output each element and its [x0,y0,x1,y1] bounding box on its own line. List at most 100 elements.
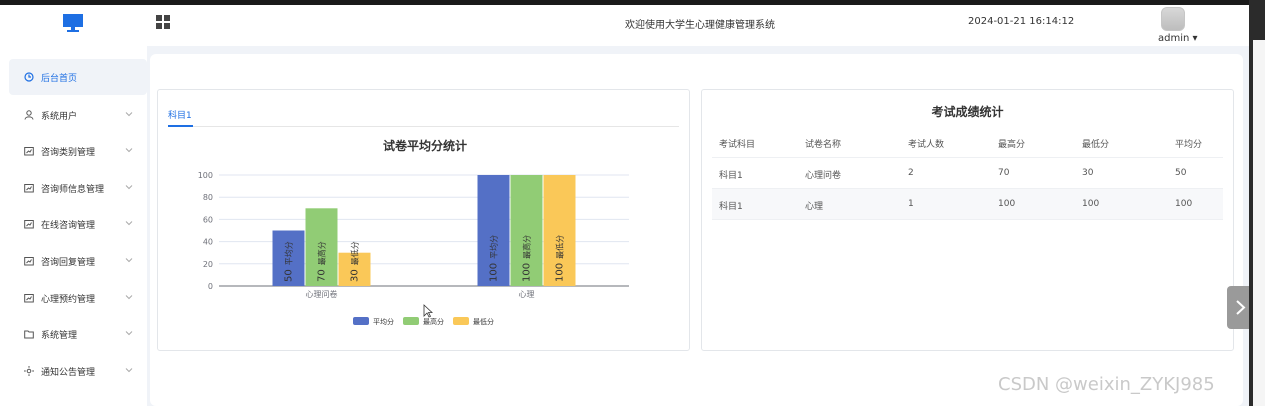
data-label-value: 50 [284,269,295,282]
table-cell: 1 [908,199,914,209]
sidebar-item-2[interactable]: 咨询类别管理 [9,133,147,169]
sun-icon [24,366,34,376]
legend-swatch [353,317,369,325]
legend-label: 最高分 [423,317,444,326]
data-label-series: 平均分 [283,241,293,265]
data-label-series: 最低分 [554,235,564,259]
table-cell: 心理 [805,202,824,212]
chevron-down-icon[interactable] [125,219,133,227]
table-title: 考试成绩统计 [931,105,1004,119]
data-label: 100 平均分 [488,235,500,282]
sidebar-item-label: 在线咨询管理 [41,220,96,231]
legend-label: 最低分 [473,317,494,326]
chart-icon [24,147,34,156]
table-cell: 2 [908,168,914,178]
sidebar-item-label: 通知公告管理 [41,367,96,378]
table-cell: 50 [1175,168,1187,178]
watermark: CSDN @weixin_ZYKJ985 [998,374,1215,395]
datetime: 2024-01-21 16:14:12 [968,16,1075,27]
chevron-down-icon[interactable] [125,183,133,191]
table-header-cell: 最低分 [1082,140,1110,150]
folder-icon [24,330,34,339]
table-cell: 30 [1082,168,1094,178]
table-cell: 科目1 [719,171,743,181]
sidebar-item-label: 系统管理 [41,330,78,341]
table-row[interactable]: 科目1 心理 1 100 100 100 [712,189,1223,220]
chevron-down-icon[interactable] [125,110,133,118]
data-label-series: 最高分 [316,241,326,265]
x-tick-label: 心理问卷 [306,289,338,299]
data-label-series: 最低分 [349,241,359,265]
data-label-series: 平均分 [488,235,498,259]
table-row[interactable]: 科目1 心理问卷 2 70 30 50 [712,158,1223,189]
sidebar-item-0[interactable]: 后台首页 [9,59,147,95]
chart-icon [24,184,34,193]
window-edge-scroll [1253,40,1265,406]
table-cell: 70 [998,168,1010,178]
chevron-down-icon[interactable] [125,146,133,154]
table-cell: 100 [1082,199,1100,209]
sidebar: 后台首页系统用户咨询类别管理咨询师信息管理在线咨询管理 咨询回复管理 心理预约管理系… [0,46,147,406]
mouse-cursor-icon [423,304,433,318]
chevron-down-icon[interactable] [125,329,133,337]
system-title: 欢迎使用大学生心理健康管理系统 [625,20,775,31]
data-label: 30 最低分 [349,241,361,282]
chevron-down-icon[interactable] [125,256,133,264]
user-icon [24,110,34,120]
table-cell: 100 [998,199,1016,209]
x-tick-label: 心理 [519,290,535,299]
sidebar-item-4[interactable]: 在线咨询管理 [9,206,147,242]
chart-icon [24,294,34,303]
sidebar-item-3[interactable]: 咨询师信息管理 [9,170,147,206]
table-header-row: 考试科目 试卷名称 考试人数 最高分 最低分 平均分 [712,127,1223,158]
sidebar-item-label: 咨询类别管理 [41,147,96,158]
y-tick-label: 40 [203,238,213,247]
sidebar-item-8[interactable]: 通知公告管理 [9,353,147,389]
table-header-cell: 试卷名称 [805,140,842,150]
chevron-down-icon[interactable] [125,366,133,374]
sidebar-item-label: 系统用户 [41,111,78,122]
chart-icon [24,220,34,229]
legend-label: 平均分 [373,317,394,326]
y-tick-label: 60 [203,215,213,224]
data-label: 70 最高分 [316,241,328,282]
score-table: 考试科目 试卷名称 考试人数 最高分 最低分 平均分 科目1 心理问卷 2 70 30 50 科目1 心理… [712,127,1223,220]
clock-icon [24,72,34,82]
sidebar-item-label: 后台首页 [41,73,78,84]
sidebar-item-1[interactable]: 系统用户 [9,97,147,133]
sidebar-item-6[interactable]: 心理预约管理 [9,280,147,316]
y-tick-label: 0 [208,282,213,291]
sidebar-item-7[interactable]: 系统管理 [9,316,147,352]
data-label-series: 最高分 [521,235,531,259]
sidebar-item-5[interactable]: 咨询回复管理 [9,243,147,279]
data-label-value: 100 [489,263,500,282]
table-header-cell: 考试人数 [908,140,945,150]
tab-divider [168,126,679,127]
data-label-value: 100 [555,263,566,282]
tab-subject-1[interactable]: 科目1 [168,108,192,121]
chevron-down-icon[interactable] [125,293,133,301]
table-header-cell: 平均分 [1175,140,1203,150]
user-name: admin [1158,33,1190,44]
top-bar: 欢迎使用大学生心理健康管理系统 2024-01-21 16:14:12 admi… [0,0,1265,46]
data-label-value: 30 [350,269,361,282]
user-menu[interactable]: admin ▾ [1158,33,1198,44]
data-label: 50 平均分 [283,241,295,282]
y-tick-label: 100 [198,171,213,180]
table-cell: 100 [1175,199,1193,209]
caret-down-icon: ▾ [1192,33,1198,44]
data-label-value: 100 [522,263,533,282]
legend-swatch [403,317,419,325]
sidebar-item-label: 咨询回复管理 [41,257,96,268]
data-label: 100 最高分 [521,235,533,282]
sidebar-item-label: 心理预约管理 [41,294,96,305]
tab-active-indicator [168,125,193,127]
legend-swatch [453,317,469,325]
table-header-cell: 考试科目 [719,140,756,150]
table-cell: 科目1 [719,202,743,212]
data-label-value: 70 [317,269,328,282]
chart-icon [24,257,34,266]
avatar[interactable] [1161,7,1185,31]
data-label: 100 最低分 [554,235,566,282]
y-tick-label: 20 [203,260,213,269]
